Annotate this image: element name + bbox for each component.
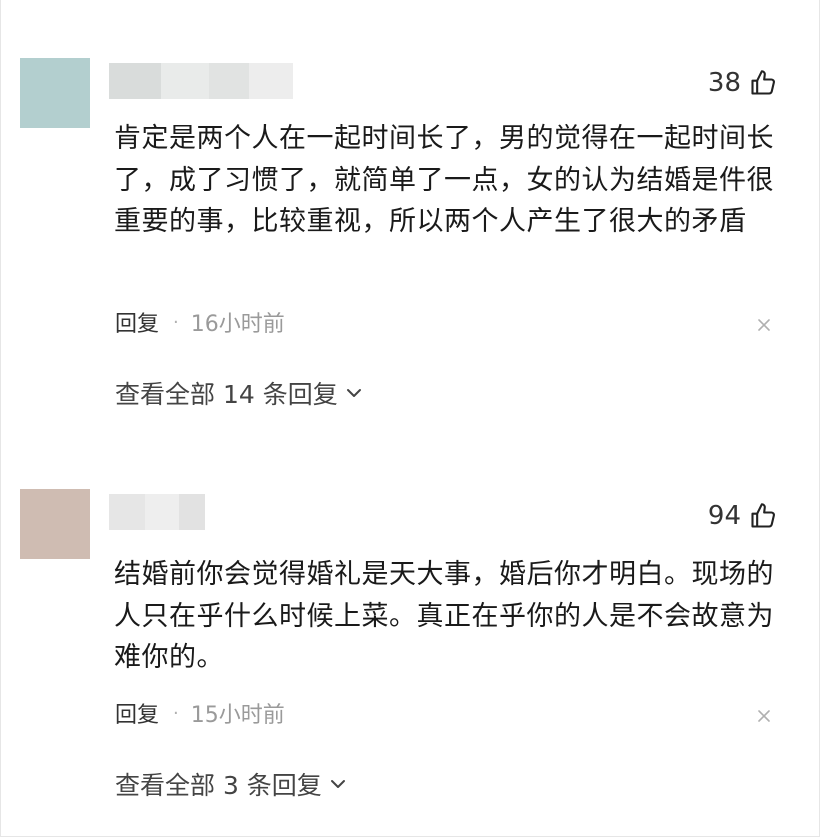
comment-text: 结婚前你会觉得婚礼是天大事，婚后你才明白。现场的人只在乎什么时候上菜。真正在乎你… [114, 559, 774, 673]
like-count: 38 [707, 68, 741, 98]
like-button[interactable]: 94 [708, 499, 777, 533]
thumbs-up-icon [751, 503, 775, 528]
reply-button[interactable]: 回复 [115, 306, 159, 338]
chevron-down-icon [330, 780, 345, 788]
meta-separator: · [173, 311, 179, 333]
timestamp: 15小时前 [190, 703, 285, 728]
view-replies-button[interactable]: 查看全部 14 条回复 [115, 376, 364, 410]
chevron-down-icon [346, 389, 361, 397]
username-blurred[interactable] [109, 63, 293, 99]
close-icon[interactable] [756, 708, 772, 724]
comment-list: 38 肯定是两个人在一起时间长了，男的觉得在一起时间长了，成了习惯了，就简单了一… [0, 0, 820, 837]
meta-separator: · [173, 702, 179, 724]
close-icon[interactable] [756, 317, 772, 333]
comment-text: 肯定是两个人在一起时间长了，男的觉得在一起时间长了，成了习惯了，就简单了一点，女… [114, 123, 774, 237]
timestamp: 16小时前 [190, 312, 285, 337]
avatar[interactable] [20, 58, 90, 128]
reply-button[interactable]: 回复 [115, 697, 159, 729]
like-button[interactable]: 38 [708, 66, 777, 100]
thumbs-up-icon [751, 70, 775, 95]
comment-meta: 回复 · 15小时前 [115, 697, 285, 729]
comment-meta: 回复 · 16小时前 [115, 306, 285, 338]
like-count: 94 [707, 501, 741, 531]
view-replies-label: 查看全部 14 条回复 [115, 380, 338, 409]
avatar[interactable] [20, 489, 90, 559]
username-blurred[interactable] [109, 494, 205, 530]
view-replies-button[interactable]: 查看全部 3 条回复 [115, 767, 348, 801]
view-replies-label: 查看全部 3 条回复 [115, 771, 322, 800]
